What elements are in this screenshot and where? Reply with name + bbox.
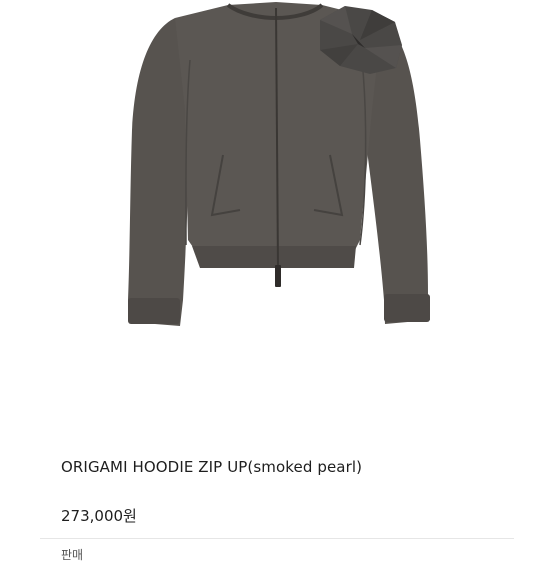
product-image[interactable] (0, 0, 554, 420)
next-section-label: 판매 (61, 548, 84, 562)
product-title[interactable]: ORIGAMI HOODIE ZIP UP(smoked pearl) (61, 458, 362, 476)
hoodie-illustration (128, 2, 430, 326)
product-price: 273,000원 (61, 507, 137, 525)
section-divider (40, 538, 514, 539)
